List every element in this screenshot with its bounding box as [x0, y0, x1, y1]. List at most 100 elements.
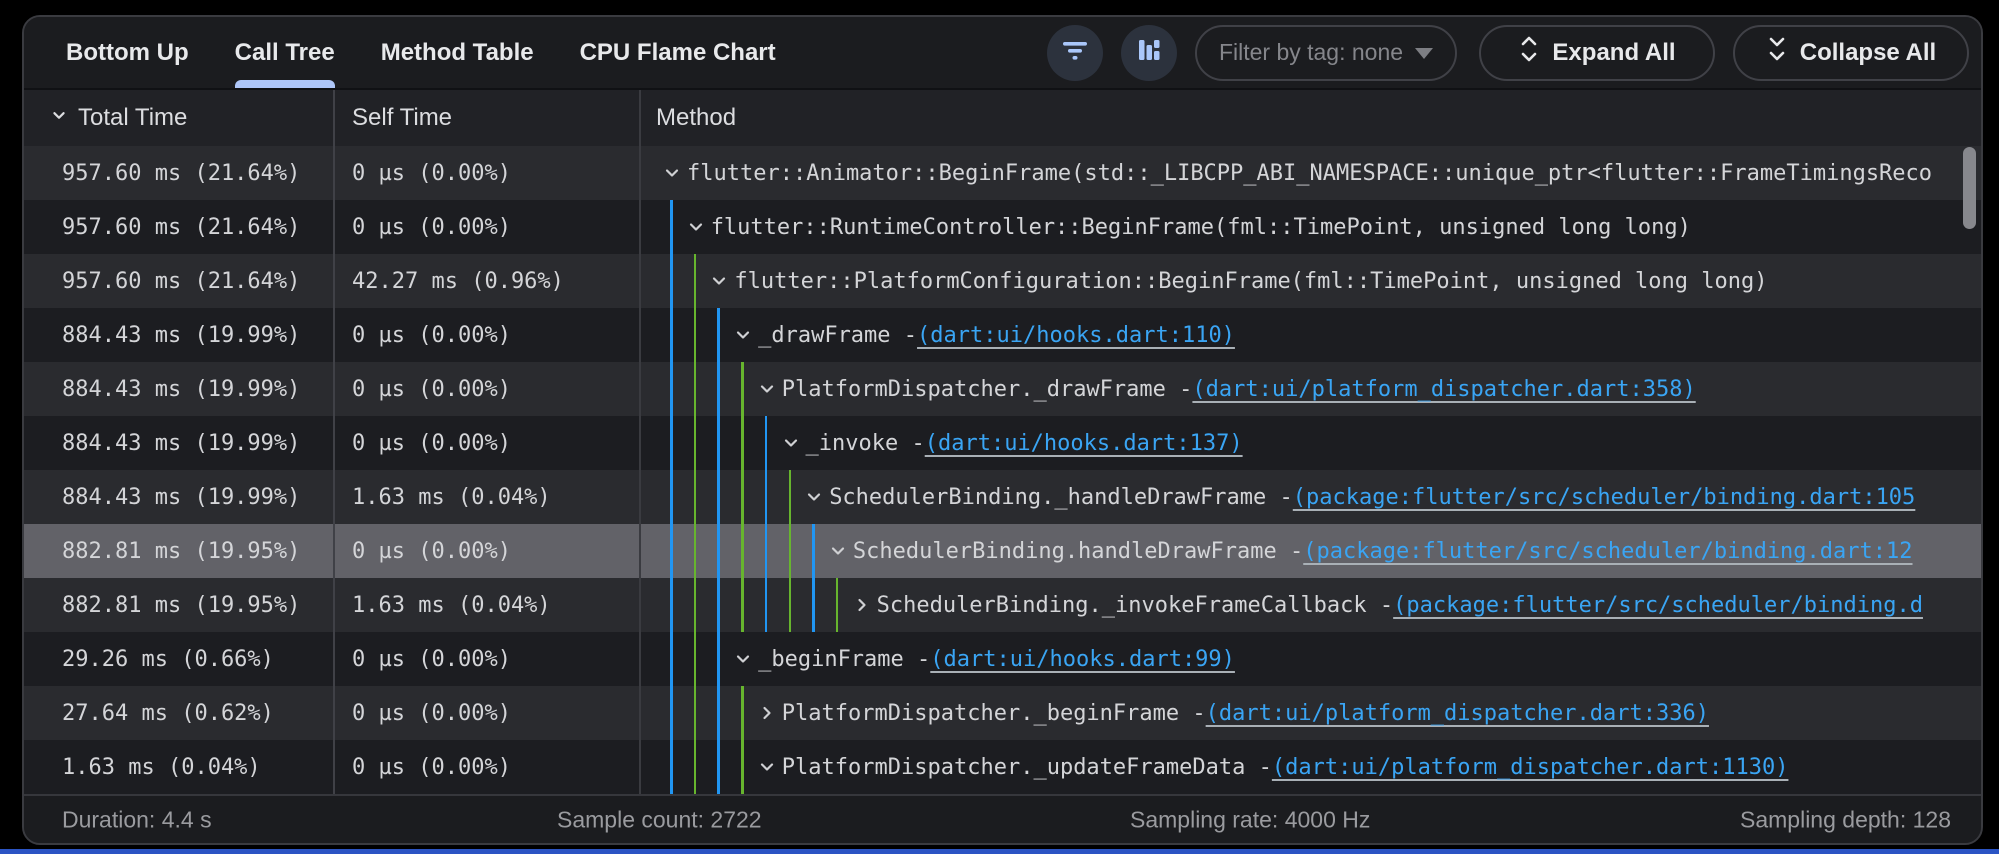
total-time-value: 27.64 ms (0.62%) [62, 701, 274, 726]
table-row[interactable]: 1.63 ms (0.04%) 0 µs (0.00%) PlatformDis… [24, 740, 1981, 794]
table-row[interactable]: 884.43 ms (19.99%) 0 µs (0.00%) _invoke … [24, 416, 1981, 470]
tree-guideline [717, 308, 720, 362]
method-name: flutter::Animator::BeginFrame(std::_LIBC… [687, 161, 1932, 186]
tab-label: Method Table [381, 39, 534, 67]
expander-chevron-icon[interactable] [755, 755, 779, 779]
bottom-accent-bar [0, 849, 1999, 854]
self-time-value: 0 µs (0.00%) [352, 755, 511, 780]
source-link[interactable]: (dart:ui/hooks.dart:110) [917, 323, 1235, 348]
column-header-method[interactable]: Method [641, 90, 1981, 146]
expander-chevron-icon[interactable] [731, 647, 755, 671]
tree-guideline [694, 740, 697, 794]
tree-guideline [670, 524, 673, 578]
source-link[interactable]: (package:flutter/src/scheduler/binding.d [1393, 593, 1923, 618]
expander-chevron-icon[interactable] [707, 269, 731, 293]
tab-cpu-flame-chart[interactable]: CPU Flame Chart [557, 17, 799, 88]
table-row[interactable]: 882.81 ms (19.95%) 0 µs (0.00%) Schedule… [24, 524, 1981, 578]
table-row[interactable]: 957.60 ms (21.64%) 0 µs (0.00%) flutter:… [24, 146, 1981, 200]
expander-chevron-icon[interactable] [779, 431, 803, 455]
tab-call-tree[interactable]: Call Tree [212, 17, 358, 88]
tree-guideline [670, 470, 673, 524]
expander-chevron-icon[interactable] [755, 701, 779, 725]
source-link[interactable]: (dart:ui/platform_dispatcher.dart:358) [1192, 377, 1695, 402]
filter-by-tag-dropdown[interactable]: Filter by tag: none [1195, 25, 1457, 81]
tree-guideline [694, 686, 697, 740]
vertical-scrollbar-thumb[interactable] [1963, 147, 1976, 229]
expander-chevron-icon[interactable] [802, 485, 826, 509]
tree-guideline [717, 740, 720, 794]
table-row[interactable]: 27.64 ms (0.62%) 0 µs (0.00%) PlatformDi… [24, 686, 1981, 740]
column-header-self-time[interactable]: Self Time [335, 90, 641, 146]
unfold-less-icon [1766, 35, 1788, 70]
total-time-value: 884.43 ms (19.99%) [62, 485, 300, 510]
table-row[interactable]: 957.60 ms (21.64%) 0 µs (0.00%) flutter:… [24, 200, 1981, 254]
tree-guideline [741, 524, 744, 578]
total-time-value: 957.60 ms (21.64%) [62, 215, 300, 240]
table-header: Total Time Self Time Method [24, 88, 1981, 146]
source-link[interactable]: (package:flutter/src/scheduler/binding.d… [1303, 539, 1912, 564]
column-header-total-time[interactable]: Total Time [24, 90, 335, 146]
expander-chevron-icon[interactable] [755, 377, 779, 401]
method-name: _drawFrame - [758, 323, 917, 348]
expander-chevron-icon[interactable] [731, 323, 755, 347]
tree-guideline [670, 416, 673, 470]
tree-guideline [670, 740, 673, 794]
source-link[interactable]: (dart:ui/hooks.dart:99) [930, 647, 1235, 672]
expander-chevron-icon[interactable] [850, 593, 874, 617]
method-name: SchedulerBinding._invokeFrameCallback - [877, 593, 1394, 618]
tree-guideline [717, 632, 720, 686]
tree-guideline [670, 200, 673, 254]
tree-guideline [741, 362, 744, 416]
method-name: flutter::RuntimeController::BeginFrame(f… [711, 215, 1691, 240]
filter-lines-icon [1060, 37, 1090, 68]
table-row[interactable]: 29.26 ms (0.66%) 0 µs (0.00%) _beginFram… [24, 632, 1981, 686]
table-row[interactable]: 884.43 ms (19.99%) 0 µs (0.00%) Platform… [24, 362, 1981, 416]
self-time-value: 1.63 ms (0.04%) [352, 593, 551, 618]
self-time-value: 0 µs (0.00%) [352, 215, 511, 240]
tree-guideline [717, 524, 720, 578]
source-link[interactable]: (dart:ui/platform_dispatcher.dart:336) [1206, 701, 1709, 726]
collapse-all-button[interactable]: Collapse All [1733, 25, 1969, 81]
total-time-value: 882.81 ms (19.95%) [62, 593, 300, 618]
total-time-value: 882.81 ms (19.95%) [62, 539, 300, 564]
method-name: _invoke - [806, 431, 925, 456]
tree-guideline [765, 524, 768, 578]
table-row[interactable]: 957.60 ms (21.64%) 42.27 ms (0.96%) flut… [24, 254, 1981, 308]
sampling-depth-label: Sampling depth: 128 [1740, 806, 1951, 833]
self-time-value: 0 µs (0.00%) [352, 701, 511, 726]
expander-chevron-icon[interactable] [660, 161, 684, 185]
tree-guideline [765, 470, 768, 524]
source-link[interactable]: (dart:ui/platform_dispatcher.dart:1130) [1272, 755, 1789, 780]
self-time-value: 42.27 ms (0.96%) [352, 269, 564, 294]
tree-guideline [741, 470, 744, 524]
total-time-value: 29.26 ms (0.66%) [62, 647, 274, 672]
source-link[interactable]: (dart:ui/hooks.dart:137) [925, 431, 1243, 456]
expand-all-button[interactable]: Expand All [1479, 25, 1715, 81]
column-label: Method [656, 104, 736, 132]
table-row[interactable]: 884.43 ms (19.99%) 1.63 ms (0.04%) Sched… [24, 470, 1981, 524]
expander-chevron-icon[interactable] [826, 539, 850, 563]
tree-guideline [694, 362, 697, 416]
tree-guideline [694, 524, 697, 578]
tree-guideline [694, 254, 697, 308]
display-options-button[interactable] [1121, 25, 1177, 81]
expand-all-label: Expand All [1552, 39, 1675, 67]
tree-guideline [765, 578, 768, 632]
tab-bottom-up[interactable]: Bottom Up [43, 17, 212, 88]
tree-guideline [789, 470, 792, 524]
tree-guideline [717, 416, 720, 470]
filter-button[interactable] [1047, 25, 1103, 81]
self-time-value: 0 µs (0.00%) [352, 431, 511, 456]
tab-method-table[interactable]: Method Table [358, 17, 557, 88]
expander-chevron-icon[interactable] [684, 215, 708, 239]
source-link[interactable]: (package:flutter/src/scheduler/binding.d… [1293, 485, 1916, 510]
tree-guideline [694, 578, 697, 632]
method-name: SchedulerBinding.handleDrawFrame - [853, 539, 1303, 564]
self-time-value: 0 µs (0.00%) [352, 539, 511, 564]
table-row[interactable]: 882.81 ms (19.95%) 1.63 ms (0.04%) Sched… [24, 578, 1981, 632]
table-row[interactable]: 884.43 ms (19.99%) 0 µs (0.00%) _drawFra… [24, 308, 1981, 362]
tree-guideline [741, 686, 744, 740]
tree-guideline [812, 578, 815, 632]
cpu-profiler-panel: Bottom Up Call Tree Method Table CPU Fla… [22, 15, 1983, 845]
tree-guideline [836, 578, 839, 632]
